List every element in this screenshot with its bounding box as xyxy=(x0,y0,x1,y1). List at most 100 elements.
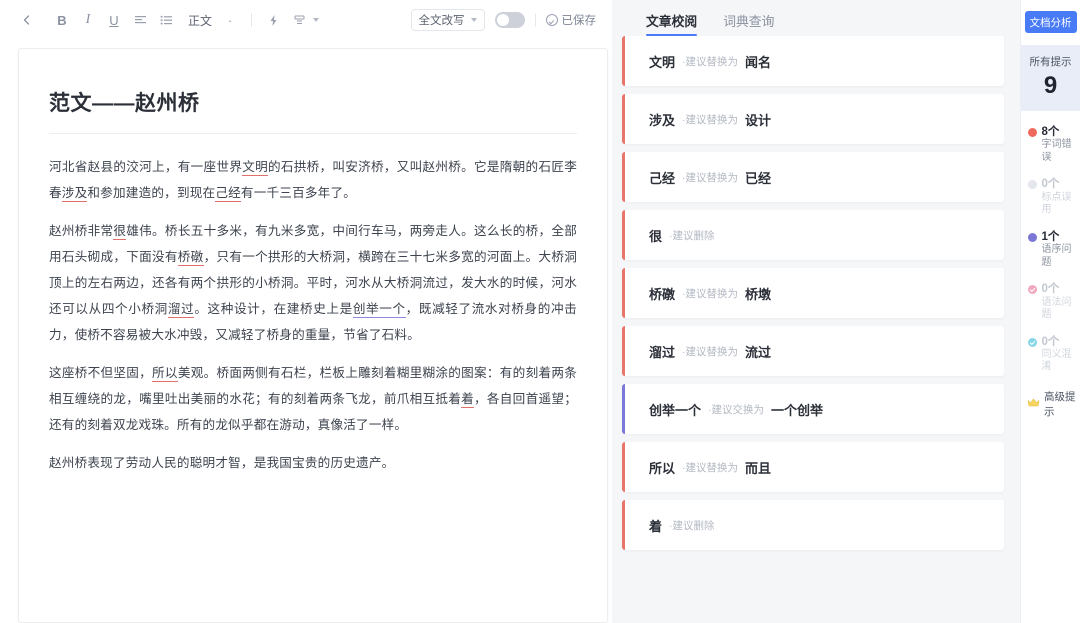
purple-dot-icon xyxy=(1028,233,1037,242)
stat-item[interactable]: 0个同义混淆 xyxy=(1021,335,1080,374)
document-title: 范文——赵州桥 xyxy=(49,87,577,134)
paragraph-text: 和参加建造的，到现在 xyxy=(87,186,215,200)
suggestion-card[interactable]: 溜过·建议替换为流过 xyxy=(622,326,1004,376)
all-hints-count: 9 xyxy=(1044,72,1057,100)
crown-icon xyxy=(1027,395,1040,413)
format-group: B I U 正 xyxy=(50,8,319,32)
document-analysis-button[interactable]: 文档分析 xyxy=(1025,11,1077,33)
chevron-down-icon[interactable] xyxy=(313,18,319,22)
paragraph-text: 赵州桥表现了劳动人民的聪明才智，是我国宝贵的历史遗产。 xyxy=(49,456,394,470)
document-paragraph: 这座桥不但坚固，所以美观。桥面两侧有石栏，栏板上雕刻着糊里糊涂的图案：有的刻着两… xyxy=(49,360,577,438)
stat-item[interactable]: 8个字词错误 xyxy=(1021,125,1080,164)
rewrite-select[interactable]: 全文改写 xyxy=(411,9,485,31)
suggestion-original: 着 xyxy=(649,516,662,535)
suggestion-replacement[interactable]: 一个创举 xyxy=(771,400,823,419)
italic-button[interactable]: I xyxy=(76,8,100,32)
error-highlight[interactable]: 己经 xyxy=(215,186,241,202)
stat-item[interactable]: 0个语法问题 xyxy=(1021,282,1080,321)
all-hints-summary[interactable]: 所有提示 9 xyxy=(1021,45,1080,111)
suggestion-action: ·建议替换为 xyxy=(682,170,738,185)
document-paragraph: 河北省赵县的洨河上，有一座世界文明的石拱桥，叫安济桥，又叫赵州桥。它是隋朝的石匠… xyxy=(49,154,577,206)
suggestion-card[interactable]: 涉及·建议替换为设计 xyxy=(622,94,1004,144)
more-options-button[interactable]: · xyxy=(218,8,242,32)
document-body[interactable]: 河北省赵县的洨河上，有一座世界文明的石拱桥，叫安济桥，又叫赵州桥。它是隋朝的石匠… xyxy=(49,154,577,476)
stat-text: 8个字词错误 xyxy=(1042,125,1080,164)
red-dot-icon xyxy=(1028,128,1037,137)
suggestion-card[interactable]: 很·建议删除 xyxy=(622,210,1004,260)
align-left-icon[interactable] xyxy=(128,8,152,32)
save-status-label: 已保存 xyxy=(562,12,597,28)
paragraph-text: 有一千三百多年了。 xyxy=(241,186,356,200)
save-status: 已保存 xyxy=(546,12,597,28)
stat-label: 语法问题 xyxy=(1042,297,1080,322)
back-button[interactable] xyxy=(14,7,40,33)
chevron-left-icon xyxy=(21,14,33,26)
suggestion-action: ·建议替换为 xyxy=(682,54,738,69)
suggestion-replacement[interactable]: 闻名 xyxy=(745,52,771,71)
app-root: B I U 正 xyxy=(0,0,1080,623)
paragraph-text: 赵州桥非常 xyxy=(49,224,113,238)
stat-item[interactable]: 1个语序问题 xyxy=(1021,230,1080,269)
document-paragraph: 赵州桥表现了劳动人民的聪明才智，是我国宝贵的历史遗产。 xyxy=(49,450,577,476)
bullet-list-icon[interactable] xyxy=(154,8,178,32)
analysis-rail: 文档分析 所有提示 9 8个字词错误0个标点误用1个语序问题0个语法问题0个同义… xyxy=(1020,0,1080,623)
error-highlight[interactable]: 着 xyxy=(461,392,474,408)
advanced-hints-item[interactable]: 高级提示 xyxy=(1021,389,1080,419)
word-order-highlight[interactable]: 创举一个 xyxy=(353,302,406,318)
error-highlight[interactable]: 溜过 xyxy=(168,302,194,318)
suggestion-replacement[interactable]: 设计 xyxy=(745,110,771,129)
stat-count: 0个 xyxy=(1042,282,1080,296)
rewrite-label: 全文改写 xyxy=(419,12,465,28)
stats-list: 8个字词错误0个标点误用1个语序问题0个语法问题0个同义混淆 xyxy=(1021,111,1080,387)
format-brush-icon[interactable] xyxy=(287,8,311,32)
error-highlight[interactable]: 所以 xyxy=(152,366,178,382)
grey-dot-icon xyxy=(1028,180,1037,189)
pink-dot-icon xyxy=(1028,285,1037,294)
tab-proofread[interactable]: 文章校阅 xyxy=(646,11,697,36)
suggestion-action: ·建议删除 xyxy=(669,228,715,243)
document-page[interactable]: 范文——赵州桥 河北省赵县的洨河上，有一座世界文明的石拱桥，叫安济桥，又叫赵州桥… xyxy=(18,48,608,623)
toolbar-divider xyxy=(251,13,252,27)
suggestion-card[interactable]: 文明·建议替换为闻名 xyxy=(622,36,1004,86)
suggestion-action: ·建议交换为 xyxy=(708,402,764,417)
suggestion-original: 桥礅 xyxy=(649,284,675,303)
suggestion-tabs: 文章校阅 词典查询 xyxy=(612,0,1020,36)
suggestion-card[interactable]: 着·建议删除 xyxy=(622,500,1004,550)
suggestion-replacement[interactable]: 而且 xyxy=(745,458,771,477)
document-area: 范文——赵州桥 河北省赵县的洨河上，有一座世界文明的石拱桥，叫安济桥，又叫赵州桥… xyxy=(0,40,612,623)
stat-label: 语序问题 xyxy=(1042,244,1080,269)
cyan-dot-icon xyxy=(1028,338,1037,347)
paragraph-text: 这座桥不但坚固， xyxy=(49,366,152,380)
error-highlight[interactable]: 桥礅 xyxy=(178,250,204,266)
stat-label: 标点误用 xyxy=(1042,192,1080,217)
error-highlight[interactable]: 很 xyxy=(113,224,126,240)
paragraph-text: 河北省赵县的洨河上，有一座世界 xyxy=(49,160,242,174)
stat-count: 8个 xyxy=(1042,125,1080,139)
suggestion-original: 所以 xyxy=(649,458,675,477)
stat-item[interactable]: 0个标点误用 xyxy=(1021,177,1080,216)
error-highlight[interactable]: 涉及 xyxy=(62,186,88,202)
suggestion-card[interactable]: 桥礅·建议替换为桥墩 xyxy=(622,268,1004,318)
suggestion-original: 己经 xyxy=(649,168,675,187)
stat-text: 1个语序问题 xyxy=(1042,230,1080,269)
error-highlight[interactable]: 文明 xyxy=(242,160,268,176)
suggestion-replacement[interactable]: 桥墩 xyxy=(745,284,771,303)
editor-column: B I U 正 xyxy=(0,0,612,623)
all-hints-label: 所有提示 xyxy=(1030,54,1072,69)
toggle-knob xyxy=(497,14,509,26)
stat-count: 1个 xyxy=(1042,230,1080,244)
suggestion-card[interactable]: 创举一个·建议交换为一个创举 xyxy=(622,384,1004,434)
paragraph-style-select[interactable]: 正文 xyxy=(184,12,216,29)
lightning-icon[interactable] xyxy=(261,8,285,32)
stat-text: 0个语法问题 xyxy=(1042,282,1080,321)
bold-button[interactable]: B xyxy=(50,8,74,32)
paragraph-text: 。这种设计，在建桥史上是 xyxy=(194,302,353,316)
tab-dictionary[interactable]: 词典查询 xyxy=(723,11,774,36)
suggestion-card[interactable]: 己经 ·建议替换为已经 xyxy=(622,152,1004,202)
rewrite-toggle[interactable] xyxy=(495,12,525,28)
suggestion-replacement[interactable]: 已经 xyxy=(745,168,771,187)
suggestion-card[interactable]: 所以·建议替换为而且 xyxy=(622,442,1004,492)
suggestion-replacement[interactable]: 流过 xyxy=(745,342,771,361)
stat-text: 0个标点误用 xyxy=(1042,177,1080,216)
underline-button[interactable]: U xyxy=(102,8,126,32)
